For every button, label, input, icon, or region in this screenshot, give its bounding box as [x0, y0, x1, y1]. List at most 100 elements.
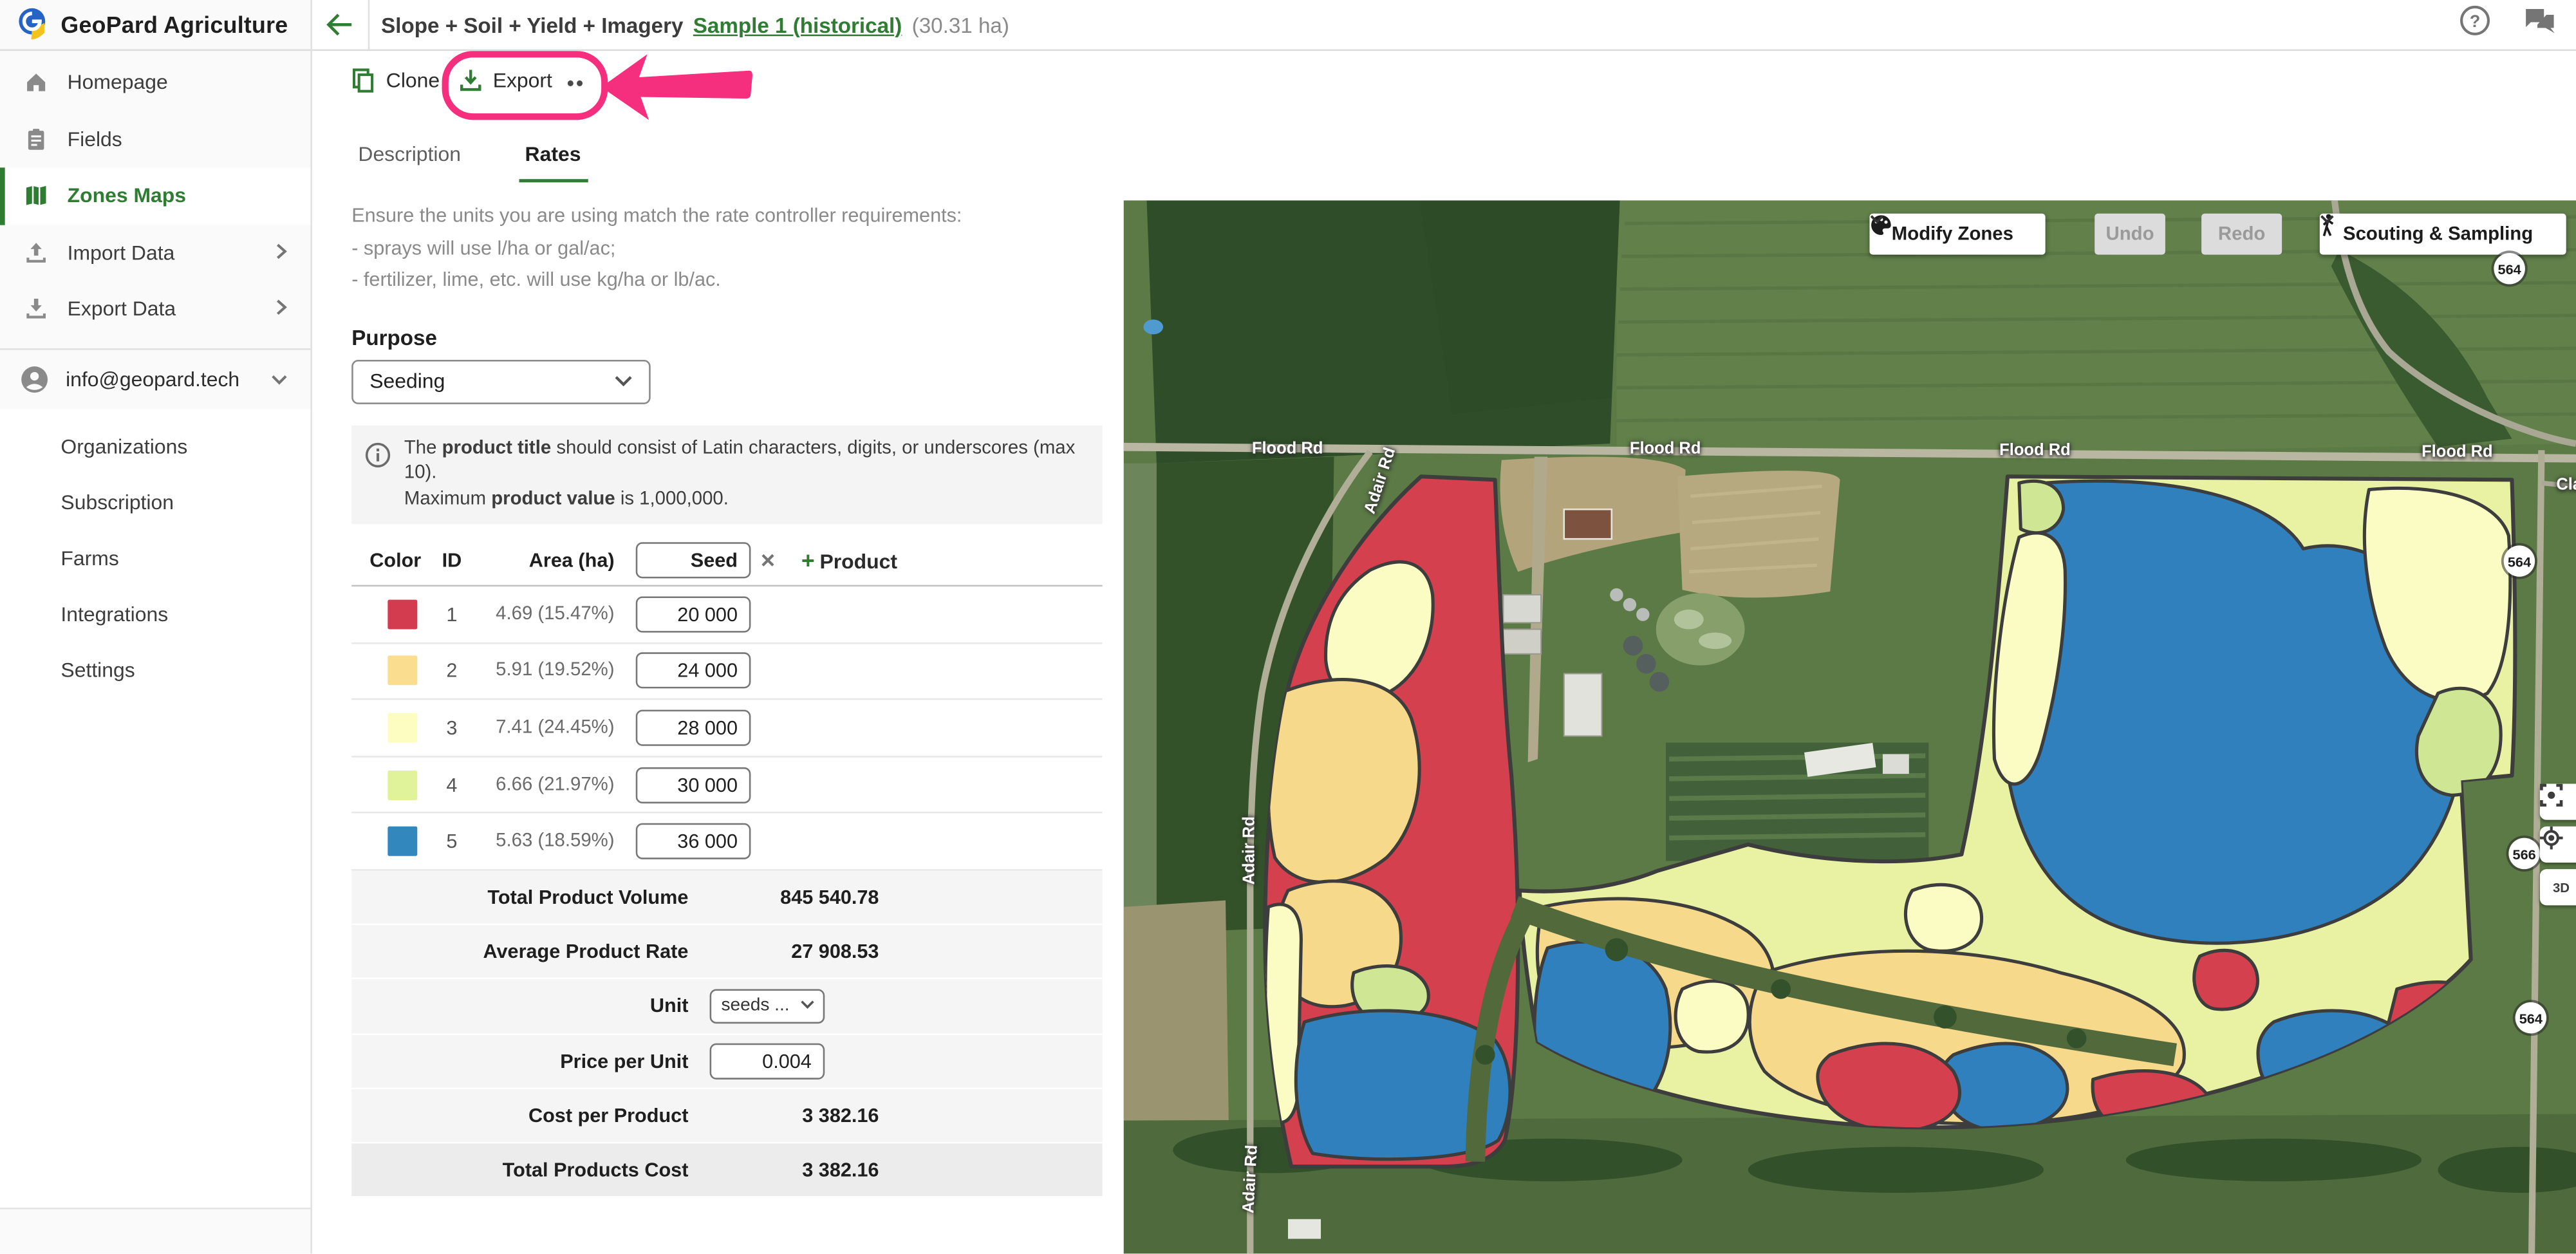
map-icon: [23, 183, 50, 209]
sidebar-item-settings[interactable]: Settings: [0, 642, 310, 698]
sidebar-item-farms[interactable]: Farms: [0, 530, 310, 586]
tabs: Description Rates: [351, 133, 587, 183]
rates-panel: Ensure the units you are using match the…: [351, 200, 1107, 1197]
sidebar-item-label: Homepage: [68, 71, 168, 94]
back-arrow-icon: [325, 13, 353, 36]
svg-text:?: ?: [2470, 12, 2480, 31]
average-rate-row: Average Product Rate 27 908.53: [351, 925, 1102, 980]
locate-button[interactable]: [2540, 827, 2576, 863]
sidebar-item-subscription[interactable]: Subscription: [0, 474, 310, 530]
price-row: Price per Unit 0.004: [351, 1034, 1102, 1089]
sidebar-item-export-data[interactable]: Export Data: [0, 281, 310, 337]
sidebar-item-import-data[interactable]: Import Data: [0, 224, 310, 281]
back-button[interactable]: [310, 0, 369, 50]
rate-input[interactable]: 36 000: [636, 823, 751, 859]
zone-color-swatch: [387, 656, 417, 686]
toolbar: Clone Export ••: [312, 51, 2576, 130]
col-color: Color: [351, 548, 427, 572]
clipboard-icon: [23, 126, 50, 153]
user-icon: [20, 364, 50, 393]
help-button[interactable]: ?: [2459, 5, 2490, 44]
sidebar-item-fields[interactable]: Fields: [0, 111, 310, 167]
chevron-down-icon: [800, 997, 815, 1016]
sidebar-item-label: Zones Maps: [68, 184, 186, 207]
satellite-and-zones: [1124, 200, 2576, 1253]
annotation-arrow: [598, 44, 754, 127]
geopard-logo-icon: [17, 6, 50, 42]
zone-color-swatch: [387, 770, 417, 800]
undo-button[interactable]: Undo: [2095, 214, 2165, 255]
zone-row: 4 6.66 (21.97%) 30 000: [351, 757, 1102, 814]
remove-product-button[interactable]: ×: [761, 547, 775, 574]
zone-row: 3 7.41 (24.45%) 28 000: [351, 700, 1102, 757]
zones-map-title: Slope + Soil + Yield + Imagery: [381, 12, 683, 37]
home-icon: [23, 70, 50, 96]
col-id: ID: [427, 548, 477, 572]
sidebar-item-label: Export Data: [68, 298, 176, 321]
price-per-unit-input[interactable]: 0.004: [710, 1043, 825, 1079]
account-menu[interactable]: info@geopard.tech: [0, 349, 310, 408]
sidebar-item-organizations[interactable]: Organizations: [0, 418, 310, 474]
product-title-input[interactable]: Seed: [636, 542, 751, 578]
field-link[interactable]: Sample 1 (historical): [693, 12, 902, 37]
3d-view-button[interactable]: 3D: [2540, 869, 2576, 905]
tab-rates[interactable]: Rates: [518, 133, 587, 183]
purpose-label: Purpose: [351, 324, 1107, 349]
clone-button[interactable]: Clone: [351, 68, 440, 94]
sidebar-item-label: Fields: [68, 127, 122, 151]
zone-color-swatch: [387, 599, 417, 629]
export-download-icon: [458, 68, 483, 94]
clone-icon: [351, 68, 376, 94]
sidebar-item-zones-maps[interactable]: Zones Maps: [0, 167, 310, 224]
zone-color-swatch: [387, 713, 417, 743]
sidebar-nav: Homepage Fields Zones Maps Import Data E…: [0, 54, 310, 337]
redo-button[interactable]: Redo: [2201, 214, 2282, 255]
export-button[interactable]: Export: [458, 68, 552, 94]
cost-per-product-row: Cost per Product 3 382.16: [351, 1089, 1102, 1143]
brand-name: GeoPard Agriculture: [61, 12, 288, 38]
rate-input[interactable]: 28 000: [636, 710, 751, 746]
chevron-right-icon: [274, 298, 287, 321]
unit-select[interactable]: seeds ...: [710, 989, 825, 1024]
unit-row: Unit seeds ...: [351, 980, 1102, 1034]
brand: GeoPard Agriculture: [0, 0, 310, 51]
page-title: Slope + Soil + Yield + Imagery Sample 1 …: [381, 0, 1009, 50]
scouting-sampling-button[interactable]: Scouting & Sampling: [2320, 214, 2566, 255]
sidebar-item-label: Import Data: [68, 241, 175, 265]
header: Slope + Soil + Yield + Imagery Sample 1 …: [0, 0, 2576, 51]
chevron-right-icon: [274, 241, 287, 265]
account-email: info@geopard.tech: [66, 367, 239, 390]
rate-input[interactable]: 20 000: [636, 596, 751, 632]
focus-icon: [2540, 783, 2563, 807]
account-submenu: Organizations Subscription Farms Integra…: [0, 408, 310, 1208]
modify-zones-button[interactable]: Modify Zones: [1870, 214, 2046, 255]
crosshair-icon: [2540, 827, 2563, 850]
chevron-down-icon: [271, 367, 288, 390]
col-area: Area (ha): [476, 548, 614, 572]
units-note: Ensure the units you are using match the…: [351, 200, 1107, 296]
table-header: Color ID Area (ha) Seed × +Product: [351, 536, 1102, 585]
center-field-button[interactable]: [2540, 783, 2576, 819]
zone-row: 2 5.91 (19.52%) 24 000: [351, 643, 1102, 700]
map-canvas[interactable]: Modify Zones Undo Redo Scouting & Sampli…: [1124, 200, 2576, 1253]
tab-description[interactable]: Description: [351, 133, 467, 183]
rate-input[interactable]: 30 000: [636, 767, 751, 803]
chevron-down-icon: [615, 370, 633, 393]
add-product-button[interactable]: +Product: [801, 547, 897, 574]
purpose-select[interactable]: Seeding: [351, 359, 651, 404]
rates-table: Color ID Area (ha) Seed × +Product 1 4.6…: [351, 536, 1102, 1198]
download-icon: [23, 296, 50, 323]
sidebar-item-integrations[interactable]: Integrations: [0, 586, 310, 642]
zone-color-swatch: [387, 827, 417, 856]
total-volume-row: Total Product Volume 845 540.78: [351, 871, 1102, 926]
total-cost-row: Total Products Cost 3 382.16: [351, 1143, 1102, 1198]
rate-input[interactable]: 24 000: [636, 653, 751, 689]
product-info-note: The product title should consist of Lati…: [351, 425, 1102, 524]
sidebar-item-homepage[interactable]: Homepage: [0, 54, 310, 111]
chat-button[interactable]: [2523, 6, 2556, 42]
app-root: GeoPard Agriculture Homepage Fields Zone…: [0, 0, 2576, 1253]
field-area: (30.31 ha): [912, 12, 1009, 37]
zone-row: 1 4.69 (15.47%) 20 000: [351, 586, 1102, 643]
upload-icon: [23, 239, 50, 266]
more-options-button[interactable]: ••: [567, 71, 585, 95]
